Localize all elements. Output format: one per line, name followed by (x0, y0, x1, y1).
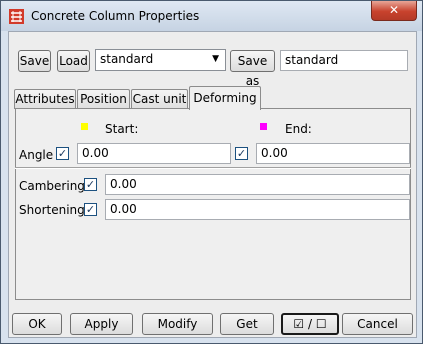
title-bar[interactable]: Concrete Column Properties ✕ (1, 1, 422, 31)
dialog-body: Save Load standard ▼ Save as standard At… (8, 31, 417, 338)
window-title: Concrete Column Properties (31, 9, 200, 23)
app-icon (9, 9, 24, 24)
angle-end-input[interactable]: 0.00 (256, 143, 410, 164)
save-as-input[interactable]: standard (280, 50, 408, 71)
close-button[interactable]: ✕ (371, 1, 417, 21)
shortening-checkbox[interactable]: ✓ (84, 203, 97, 216)
angle-label: Angle (19, 148, 54, 162)
save-as-button[interactable]: Save as (230, 50, 275, 88)
cambering-label: Cambering (19, 179, 85, 193)
separator (15, 167, 411, 169)
tab-deforming[interactable]: Deforming (189, 86, 261, 110)
end-label: End: (285, 122, 312, 136)
modify-button[interactable]: Modify (142, 313, 213, 335)
preset-dropdown-value: standard (100, 52, 154, 66)
tab-cast-unit[interactable]: Cast unit (131, 89, 188, 109)
save-button[interactable]: Save (18, 50, 51, 72)
get-button[interactable]: Get (220, 313, 274, 335)
tab-position[interactable]: Position (77, 89, 130, 109)
angle-end-checkbox[interactable]: ✓ (235, 147, 248, 160)
load-button[interactable]: Load (57, 50, 90, 72)
apply-button[interactable]: Apply (70, 313, 133, 335)
end-color-swatch (260, 123, 267, 130)
chevron-down-icon[interactable]: ▼ (212, 50, 219, 69)
start-label: Start: (105, 122, 139, 136)
dialog-window: Concrete Column Properties ✕ Save Load s… (0, 0, 423, 344)
shortening-label: Shortening (19, 203, 85, 217)
cancel-button[interactable]: Cancel (342, 313, 413, 335)
cambering-input[interactable]: 0.00 (105, 174, 410, 195)
angle-start-input[interactable]: 0.00 (77, 143, 231, 164)
preset-dropdown[interactable]: standard ▼ (95, 49, 226, 71)
tab-attributes[interactable]: Attributes (14, 89, 76, 109)
ok-button[interactable]: OK (12, 313, 62, 335)
start-color-swatch (81, 123, 88, 130)
shortening-input[interactable]: 0.00 (105, 199, 410, 220)
toggle-all-checkboxes-button[interactable]: ☑ / ☐ (281, 313, 339, 335)
cambering-checkbox[interactable]: ✓ (84, 178, 97, 191)
angle-start-checkbox[interactable]: ✓ (56, 147, 69, 160)
